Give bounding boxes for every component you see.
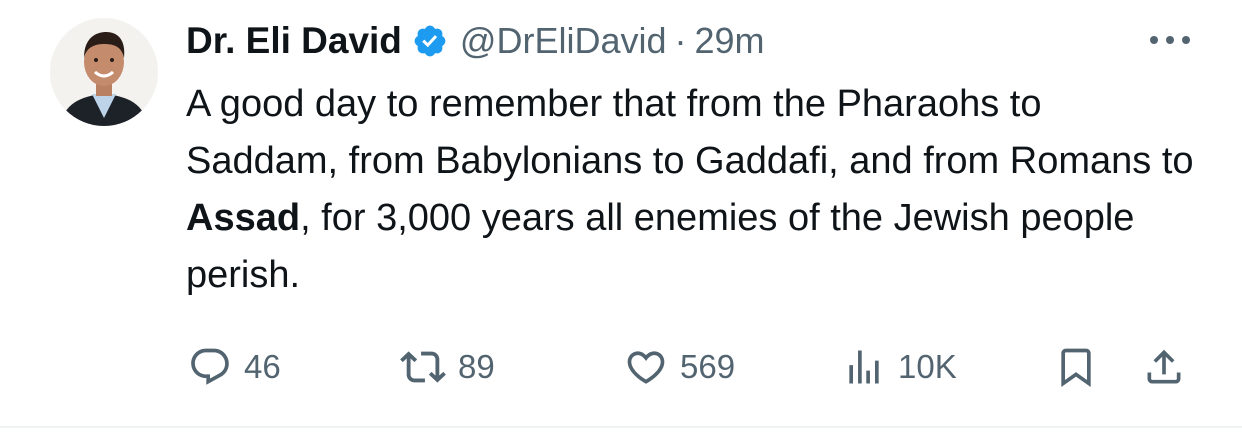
tweet-timestamp[interactable]: 29m	[695, 20, 765, 62]
reply-button[interactable]: 46	[188, 340, 281, 394]
like-button[interactable]: 569	[624, 340, 735, 394]
author-handle[interactable]: @DrEliDavid	[460, 20, 667, 62]
retweet-button[interactable]: 89	[400, 340, 495, 394]
reply-count: 46	[244, 348, 281, 385]
avatar[interactable]	[50, 18, 158, 126]
tweet-card[interactable]: Dr. Eli David @DrEliDavid · 29m A good d…	[0, 0, 1242, 428]
more-options-icon[interactable]	[1148, 28, 1192, 52]
bookmark-button[interactable]	[1054, 340, 1098, 394]
share-button[interactable]	[1142, 340, 1186, 394]
bookmark-icon	[1054, 345, 1098, 389]
retweet-count: 89	[458, 348, 495, 385]
views-count: 10K	[898, 348, 957, 385]
tweet-header: Dr. Eli David @DrEliDavid · 29m	[186, 18, 765, 64]
separator-dot: ·	[674, 20, 687, 61]
analytics-icon	[842, 345, 886, 389]
reply-icon	[188, 345, 232, 389]
tweet-text-bold: Assad	[186, 197, 301, 239]
tweet-text: A good day to remember that from the Pha…	[186, 76, 1196, 304]
tweet-actions: 46 89 569 10K	[186, 340, 1196, 394]
views-button[interactable]: 10K	[842, 340, 957, 394]
share-icon	[1142, 345, 1186, 389]
like-count: 569	[680, 348, 736, 385]
verified-badge-icon	[412, 23, 448, 59]
author-name[interactable]: Dr. Eli David	[186, 20, 402, 62]
tweet-text-part1: A good day to remember that from the Pha…	[186, 83, 1194, 182]
retweet-icon	[400, 344, 446, 390]
tweet-text-part2: , for 3,000 years all enemies of the Jew…	[186, 197, 1135, 296]
heart-icon	[624, 345, 668, 389]
